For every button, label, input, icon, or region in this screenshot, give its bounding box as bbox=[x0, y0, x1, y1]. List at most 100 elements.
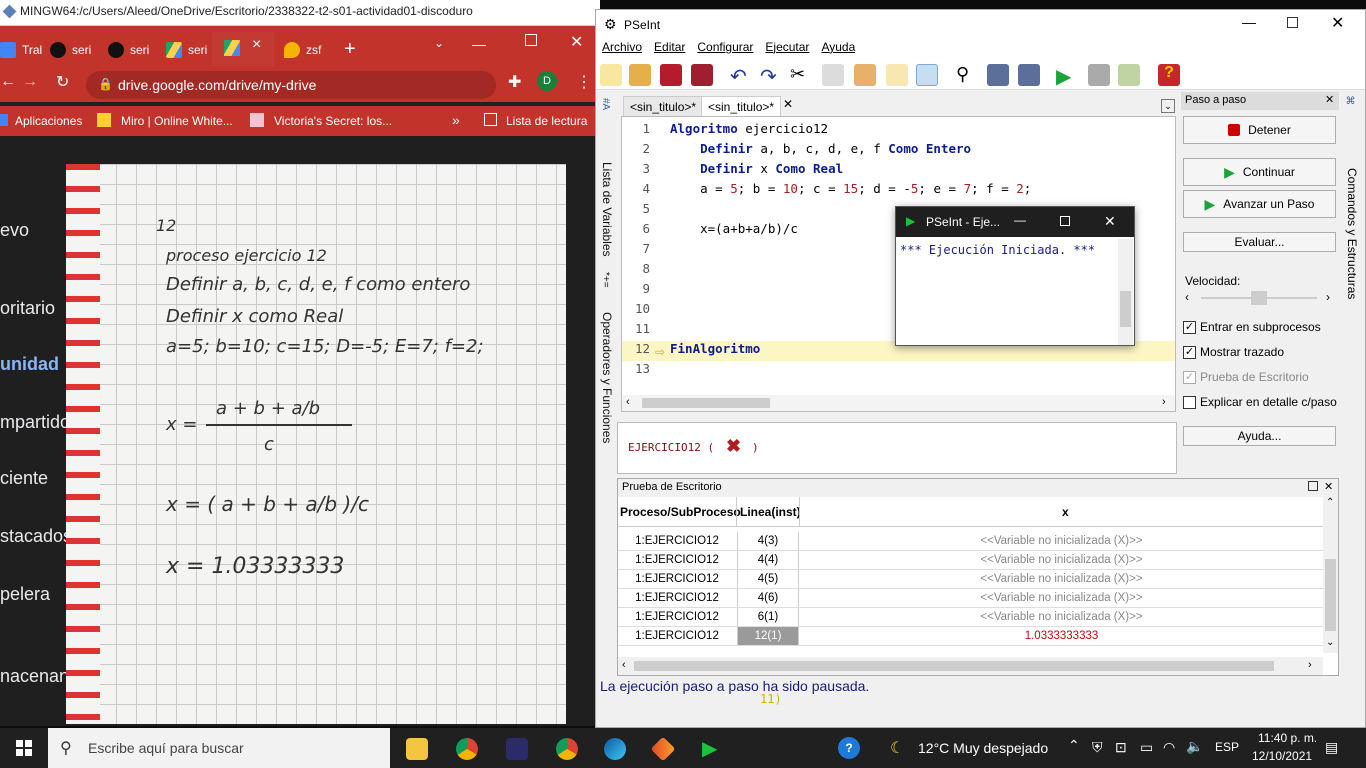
code-line[interactable]: x=(a+b+a/b)/c bbox=[670, 221, 798, 236]
extensions-icon[interactable]: ✚ bbox=[508, 72, 521, 92]
language-indicator[interactable]: ESP bbox=[1215, 740, 1239, 754]
scroll-down-icon[interactable]: ⌄ bbox=[1326, 637, 1334, 648]
bookmarks-overflow[interactable]: » bbox=[452, 112, 460, 128]
maximize-icon[interactable] bbox=[1308, 481, 1318, 491]
code-line[interactable]: Algoritmo ejercicio12 bbox=[670, 121, 828, 136]
undo-icon[interactable]: ↶ bbox=[730, 64, 752, 88]
table-row[interactable]: 1:EJERCICIO12 4(4) <<Variable no inicializ… bbox=[618, 551, 1323, 570]
chevron-left-icon[interactable]: ‹ bbox=[1185, 290, 1189, 304]
file-explorer-icon[interactable] bbox=[406, 738, 428, 760]
mostrar-trazado-checkbox[interactable]: ✓ Mostrar trazado bbox=[1183, 345, 1284, 359]
tab-close-icon[interactable]: ✕ bbox=[783, 97, 793, 111]
drive-nav-item[interactable]: ciente bbox=[0, 468, 48, 489]
drive-nav-item[interactable]: pelera bbox=[0, 584, 50, 605]
table-row[interactable]: 1:EJERCICIO12 4(3) <<Variable no inicializ… bbox=[618, 532, 1323, 551]
column-header[interactable]: x bbox=[1062, 505, 1069, 519]
chevron-down-icon[interactable]: ⌄ bbox=[1161, 99, 1175, 113]
maximize-icon[interactable] bbox=[1060, 216, 1070, 226]
copy-icon[interactable] bbox=[822, 64, 844, 86]
clock-date[interactable]: 12/10/2021 bbox=[1252, 749, 1312, 763]
view-icon[interactable] bbox=[916, 64, 938, 86]
menu-ejecutar[interactable]: Ejecutar bbox=[765, 40, 809, 60]
table-hscrollbar[interactable]: ‹ › bbox=[618, 657, 1323, 675]
wifi-icon[interactable]: ◠ bbox=[1163, 739, 1175, 756]
table-row[interactable]: 1:EJERCICIO12 6(1) <<Variable no inicializ… bbox=[618, 608, 1323, 627]
close-icon[interactable]: ✕ bbox=[1325, 93, 1334, 106]
close-icon[interactable]: ✕ bbox=[1331, 13, 1344, 33]
chevron-up-icon[interactable]: ⌃ bbox=[1068, 737, 1080, 754]
indent-icon[interactable] bbox=[886, 64, 908, 86]
code-line[interactable]: Definir x Como Real bbox=[670, 161, 843, 176]
maximize-icon[interactable] bbox=[525, 34, 537, 46]
prueba-escritorio-checkbox[interactable]: ✓ Prueba de Escritorio bbox=[1183, 370, 1309, 384]
run-icon[interactable]: ▶ bbox=[1056, 64, 1078, 88]
notifications-icon[interactable]: ▤ bbox=[1325, 739, 1338, 756]
table-row[interactable]: 1:EJERCICIO12 4(5) <<Variable no inicializ… bbox=[618, 570, 1323, 589]
menu-editar[interactable]: Editar bbox=[654, 40, 685, 60]
new-tab-button[interactable]: + bbox=[344, 38, 356, 61]
chevron-down-icon[interactable]: ⌄ bbox=[434, 36, 444, 50]
scroll-thumb[interactable] bbox=[634, 661, 1274, 671]
maximize-icon[interactable] bbox=[1287, 17, 1298, 28]
meet-icon[interactable]: ⊡ bbox=[1115, 739, 1127, 756]
windows-start-icon[interactable] bbox=[16, 740, 32, 756]
menu-configurar[interactable]: Configurar bbox=[697, 40, 753, 60]
cut-icon[interactable]: ✂ bbox=[790, 64, 812, 86]
code-line[interactable]: Definir a, b, c, d, e, f Como Entero bbox=[670, 141, 971, 156]
profile-avatar[interactable]: D bbox=[537, 71, 557, 91]
antivirus-icon[interactable]: ⛨ bbox=[1092, 739, 1103, 756]
help-icon[interactable]: ? bbox=[1158, 64, 1180, 86]
chrome-tab[interactable]: seri bbox=[108, 34, 149, 66]
chrome-tab-active[interactable]: × bbox=[212, 32, 274, 66]
kebab-menu-icon[interactable]: ⋮ bbox=[576, 72, 592, 92]
speed-slider[interactable]: ‹ › bbox=[1183, 290, 1336, 306]
checkbox-box[interactable]: ✓ bbox=[1183, 345, 1196, 359]
mingw-titlebar[interactable]: MINGW64:/c/Users/Aleed/OneDrive/Escritor… bbox=[0, 0, 600, 26]
drive-nav-item[interactable]: unidad bbox=[0, 354, 59, 375]
execution-titlebar[interactable]: ▶ PSeInt - Eje... — ✕ bbox=[896, 207, 1134, 237]
new-file-icon[interactable] bbox=[600, 64, 622, 86]
scroll-left-icon[interactable]: ‹ bbox=[622, 659, 626, 671]
address-bar[interactable]: 🔒 drive.google.com/drive/my-drive bbox=[86, 71, 496, 99]
explicar-detalle-checkbox[interactable]: Explicar en detalle c/paso bbox=[1183, 395, 1337, 409]
binoculars-icon[interactable]: ⚲ bbox=[956, 64, 978, 86]
scroll-up-icon[interactable]: ⌃ bbox=[1326, 497, 1334, 508]
close-icon[interactable]: ✕ bbox=[1324, 480, 1333, 493]
drive-nav-item[interactable]: mpartido bbox=[0, 412, 70, 433]
flowchart-icon[interactable] bbox=[1118, 64, 1140, 86]
minimize-icon[interactable]: — bbox=[1242, 14, 1256, 30]
step-icon[interactable] bbox=[1088, 64, 1110, 86]
help-icon[interactable]: ? bbox=[838, 737, 860, 759]
column-header[interactable]: Proceso/SubProceso bbox=[620, 505, 741, 519]
replace-icon[interactable] bbox=[1018, 64, 1040, 86]
back-icon[interactable]: ← bbox=[0, 73, 16, 91]
chrome-tab[interactable]: seri bbox=[50, 34, 91, 66]
reload-icon[interactable]: ↻ bbox=[56, 72, 69, 92]
tab-comandos[interactable]: Comandos y Estructuras bbox=[1345, 168, 1359, 299]
paste-icon[interactable] bbox=[854, 64, 876, 86]
scroll-right-icon[interactable]: › bbox=[1308, 659, 1312, 671]
tab-lista-variables[interactable]: Lista de Variables bbox=[600, 162, 614, 257]
bookmark-apps[interactable]: Aplicaciones bbox=[15, 114, 82, 128]
close-icon[interactable]: ✕ bbox=[1104, 213, 1116, 230]
drive-nav-item[interactable]: oritario bbox=[0, 298, 55, 319]
chrome-profile-icon[interactable] bbox=[556, 738, 578, 760]
column-header[interactable]: Linea(inst) bbox=[740, 505, 801, 519]
bookmark-victoria[interactable]: Victoria's Secret: los... bbox=[274, 114, 392, 128]
drive-nav-item[interactable]: evo bbox=[0, 220, 29, 241]
open-folder-icon[interactable] bbox=[629, 64, 651, 86]
checkbox-box[interactable] bbox=[1183, 395, 1196, 409]
slider-thumb[interactable] bbox=[1251, 291, 1267, 305]
app-icon[interactable] bbox=[506, 738, 528, 760]
editor-tab-active[interactable]: <sin_titulo>* bbox=[701, 96, 782, 116]
speaker-icon[interactable]: 🔈 bbox=[1186, 738, 1203, 755]
battery-icon[interactable]: ▭ bbox=[1140, 739, 1153, 756]
close-icon[interactable]: ✕ bbox=[570, 32, 583, 52]
table-vscrollbar[interactable]: ⌃ ⌄ bbox=[1323, 497, 1338, 653]
menu-archivo[interactable]: Archivo bbox=[602, 40, 642, 60]
chrome-tab[interactable]: seri bbox=[166, 34, 207, 66]
tab-close-icon[interactable]: × bbox=[252, 36, 261, 54]
code-line[interactable]: FinAlgoritmo bbox=[670, 341, 760, 356]
clock-time[interactable]: 11:40 p. m. bbox=[1258, 731, 1317, 745]
chrome-tab[interactable]: Tral bbox=[0, 34, 42, 66]
